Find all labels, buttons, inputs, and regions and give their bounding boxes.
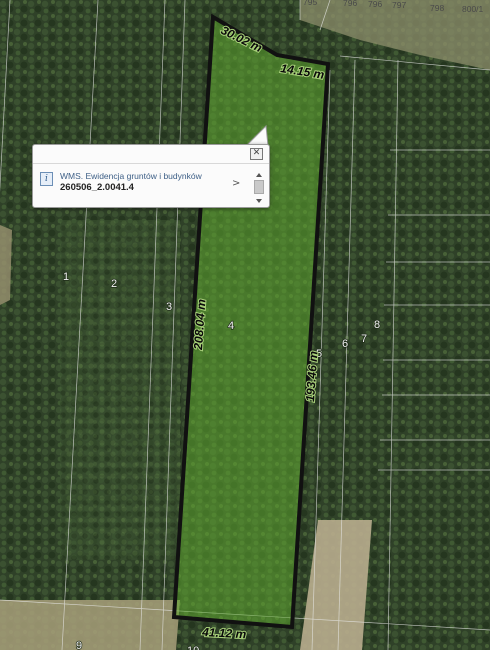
plot-number-top: 800/1: [462, 4, 484, 14]
dimension-label: 41.12 m: [201, 625, 247, 641]
field-bottom-left: [0, 600, 180, 650]
plot-number: 3: [166, 301, 172, 313]
feature-id: 260506_2.0041.4: [60, 182, 134, 193]
scroll-thumb[interactable]: [254, 180, 264, 194]
popup-scrollbar[interactable]: [254, 173, 264, 203]
info-icon: i: [40, 172, 53, 186]
feature-info-popup[interactable]: ✕ i WMS. Ewidencja gruntów i budynków 26…: [32, 144, 270, 208]
close-icon[interactable]: ✕: [250, 148, 263, 160]
plot-number-top: 797: [392, 0, 406, 10]
forest-patch: [60, 220, 180, 560]
clearing-left: [0, 225, 12, 305]
layer-name[interactable]: WMS. Ewidencja gruntów i budynków: [60, 171, 202, 181]
plot-number: 4: [228, 320, 234, 332]
plot-number: 10: [187, 645, 199, 650]
plot-number: 9: [76, 640, 82, 650]
scroll-down-icon[interactable]: [256, 199, 262, 203]
map-view[interactable]: 1 2 3 4 5 6 7 8 9 10 795 796 796 797 798…: [0, 0, 490, 650]
plot-number: 1: [63, 271, 69, 283]
plot-number: 8: [374, 319, 380, 331]
plot-number: 7: [361, 333, 367, 345]
plot-number: 2: [111, 278, 117, 290]
popup-header: ✕: [33, 145, 269, 164]
scroll-up-icon[interactable]: [256, 173, 262, 177]
plot-number: 6: [342, 338, 348, 350]
plot-number-top: 796: [368, 0, 382, 9]
chevron-right-icon[interactable]: >: [232, 178, 240, 189]
plot-number-top: 798: [430, 3, 444, 13]
plot-number-top: 796: [343, 0, 357, 8]
plot-number-top: 795: [303, 0, 317, 7]
